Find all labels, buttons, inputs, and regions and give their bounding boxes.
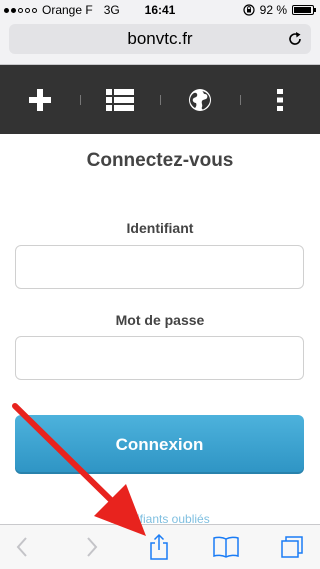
battery-percent: 92 %	[259, 3, 287, 17]
safari-address-area: bonvtc.fr	[0, 20, 320, 65]
add-button[interactable]	[0, 65, 80, 134]
page-title: Connectez-vous	[86, 150, 234, 171]
bookmarks-button[interactable]	[204, 525, 248, 569]
back-button[interactable]	[0, 525, 44, 569]
more-vertical-icon	[277, 88, 283, 111]
tabs-button[interactable]	[270, 525, 314, 569]
orientation-lock-icon	[243, 4, 255, 16]
password-label: Mot de passe	[115, 312, 205, 328]
reload-icon[interactable]	[287, 31, 303, 47]
globe-icon	[189, 88, 211, 111]
back-icon	[16, 537, 27, 557]
login-button[interactable]: Connexion	[15, 415, 304, 474]
list-icon	[106, 88, 134, 111]
plus-icon	[29, 88, 51, 111]
safari-bottom-toolbar	[0, 524, 320, 569]
share-icon	[150, 533, 168, 560]
status-bar: Orange F 3G 16:41 92 %	[0, 0, 320, 20]
share-button[interactable]	[137, 525, 181, 569]
list-button[interactable]	[80, 65, 160, 134]
globe-button[interactable]	[160, 65, 240, 134]
password-input[interactable]	[15, 336, 304, 380]
username-label: Identifiant	[126, 220, 194, 236]
more-button[interactable]	[240, 65, 320, 134]
status-right: 92 %	[243, 3, 316, 17]
username-input[interactable]	[15, 245, 304, 289]
forward-button[interactable]	[70, 525, 114, 569]
site-toolbar	[0, 65, 320, 134]
bookmarks-icon	[213, 536, 239, 558]
address-bar[interactable]: bonvtc.fr	[9, 24, 311, 54]
forward-icon	[87, 537, 98, 557]
battery-icon	[292, 5, 316, 15]
address-domain: bonvtc.fr	[127, 29, 193, 48]
tabs-icon	[281, 536, 303, 558]
